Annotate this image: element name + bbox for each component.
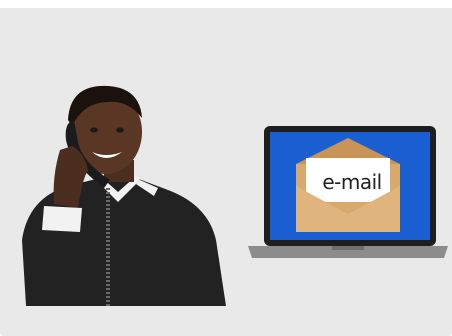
top-stripe [0, 0, 452, 8]
person-on-phone-icon [22, 85, 226, 306]
illustration-frame: e-mail [0, 0, 452, 336]
laptop-icon [248, 126, 448, 258]
email-label: e-mail [322, 170, 382, 194]
